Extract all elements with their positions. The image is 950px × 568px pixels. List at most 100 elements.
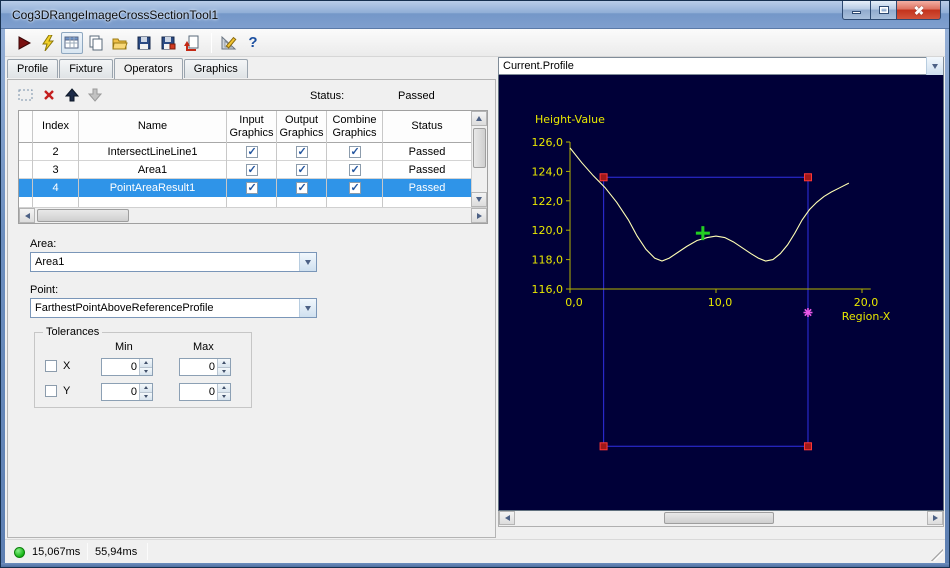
x-tolerance-checkbox[interactable] bbox=[45, 360, 57, 372]
chart-horizontal-scrollbar[interactable] bbox=[498, 511, 944, 527]
checkbox[interactable] bbox=[348, 181, 361, 194]
table-horizontal-scrollbar[interactable] bbox=[19, 207, 487, 223]
cell-index[interactable]: 2 bbox=[33, 143, 78, 161]
checkbox[interactable] bbox=[295, 145, 308, 158]
scroll-left-button[interactable] bbox=[499, 511, 515, 525]
checkbox[interactable] bbox=[295, 163, 308, 176]
scroll-thumb[interactable] bbox=[473, 128, 486, 168]
delete-operator-button[interactable] bbox=[39, 86, 59, 104]
display-selector[interactable]: Current.Profile bbox=[498, 57, 944, 75]
open-button[interactable] bbox=[109, 32, 131, 54]
combo-button[interactable] bbox=[299, 299, 316, 317]
close-button[interactable] bbox=[896, 1, 941, 20]
scroll-left-button[interactable] bbox=[19, 208, 35, 223]
spin-up-button[interactable] bbox=[140, 384, 152, 392]
x-min-input[interactable] bbox=[102, 359, 139, 375]
cell-index[interactable]: 4 bbox=[33, 179, 78, 197]
x-min-spinner[interactable] bbox=[101, 358, 153, 376]
spin-up-button[interactable] bbox=[218, 359, 230, 367]
minimize-button[interactable] bbox=[842, 1, 871, 20]
col-header-combine-graphics[interactable]: Combine Graphics bbox=[327, 111, 382, 143]
show-results-grid-button[interactable] bbox=[61, 31, 83, 54]
cell-output-graphics[interactable] bbox=[277, 143, 326, 161]
col-header-name[interactable]: Name bbox=[79, 111, 226, 143]
tab-operators[interactable]: Operators bbox=[113, 58, 183, 79]
y-max-input[interactable] bbox=[180, 384, 217, 400]
measure-tools-button[interactable] bbox=[218, 32, 240, 54]
table-vertical-scrollbar[interactable] bbox=[471, 111, 487, 207]
add-operator-button[interactable] bbox=[16, 86, 36, 104]
save-as-button[interactable] bbox=[157, 32, 179, 54]
combo-button[interactable] bbox=[926, 57, 943, 75]
resize-grip[interactable] bbox=[931, 549, 943, 561]
cell-name[interactable]: PointAreaResult1 bbox=[79, 179, 226, 197]
x-max-input[interactable] bbox=[180, 359, 217, 375]
profile-chart[interactable]: 126,0 124,0 122,0 120,0 118,0 116,0 0,0 10,0 20,… bbox=[498, 75, 944, 511]
area-select[interactable]: Area1 bbox=[30, 252, 317, 272]
tab-profile[interactable]: Profile bbox=[7, 59, 59, 78]
checkbox[interactable] bbox=[245, 145, 258, 158]
cell-status[interactable]: Passed bbox=[383, 143, 471, 161]
point-select[interactable]: FarthestPointAboveReferenceProfile bbox=[30, 298, 317, 318]
cell-status[interactable]: Passed bbox=[383, 161, 471, 179]
combo-button[interactable] bbox=[299, 253, 316, 271]
save-button[interactable] bbox=[133, 32, 155, 54]
help-button[interactable]: ? bbox=[242, 32, 264, 54]
cell-combine-graphics[interactable] bbox=[327, 143, 382, 161]
cell-combine-graphics[interactable] bbox=[327, 179, 382, 197]
cell-status[interactable]: Passed bbox=[383, 179, 471, 197]
col-header-output-graphics[interactable]: Output Graphics bbox=[277, 111, 326, 143]
checkbox[interactable] bbox=[245, 181, 258, 194]
checkbox[interactable] bbox=[348, 163, 361, 176]
scroll-thumb[interactable] bbox=[37, 209, 129, 222]
spin-down-button[interactable] bbox=[218, 366, 230, 375]
checkbox[interactable] bbox=[295, 181, 308, 194]
close-icon bbox=[913, 4, 925, 16]
scroll-right-button[interactable] bbox=[471, 208, 487, 223]
tab-fixture[interactable]: Fixture bbox=[59, 59, 113, 78]
y-min-input[interactable] bbox=[102, 384, 139, 400]
spin-down-button[interactable] bbox=[218, 391, 230, 400]
cell-name[interactable]: IntersectLineLine1 bbox=[79, 143, 226, 161]
row-selector[interactable] bbox=[19, 143, 32, 161]
scroll-up-button[interactable] bbox=[471, 111, 487, 126]
cell-output-graphics[interactable] bbox=[277, 161, 326, 179]
spin-up-button[interactable] bbox=[140, 359, 152, 367]
cell-input-graphics[interactable] bbox=[227, 143, 276, 161]
spin-up-button[interactable] bbox=[218, 384, 230, 392]
row-selector[interactable] bbox=[19, 161, 32, 179]
titlebar[interactable]: Cog3DRangeImageCrossSectionTool1 bbox=[1, 1, 949, 29]
col-header-input-graphics[interactable]: Input Graphics bbox=[227, 111, 276, 143]
checkbox[interactable] bbox=[245, 163, 258, 176]
spin-down-button[interactable] bbox=[140, 366, 152, 375]
cell-input-graphics[interactable] bbox=[227, 179, 276, 197]
run-button[interactable] bbox=[13, 32, 35, 54]
set-square-icon bbox=[221, 35, 236, 49]
move-down-button[interactable] bbox=[85, 86, 105, 104]
spin-down-button[interactable] bbox=[140, 391, 152, 400]
row-selector[interactable] bbox=[19, 179, 32, 197]
copy-button[interactable] bbox=[85, 32, 107, 54]
y-min-spinner[interactable] bbox=[101, 383, 153, 401]
scroll-thumb[interactable] bbox=[664, 512, 774, 524]
cell-name[interactable]: Area1 bbox=[79, 161, 226, 179]
run-continuous-button[interactable] bbox=[37, 32, 59, 54]
window-frame-left bbox=[1, 1, 5, 567]
cell-index[interactable]: 3 bbox=[33, 161, 78, 179]
scroll-right-button[interactable] bbox=[927, 511, 943, 525]
y-max-spinner[interactable] bbox=[179, 383, 231, 401]
cell-output-graphics[interactable] bbox=[277, 179, 326, 197]
scroll-left-icon bbox=[24, 212, 30, 219]
checkbox[interactable] bbox=[348, 145, 361, 158]
tab-graphics[interactable]: Graphics bbox=[183, 59, 248, 78]
scroll-down-button[interactable] bbox=[471, 192, 487, 207]
maximize-button[interactable] bbox=[870, 1, 897, 20]
cell-input-graphics[interactable] bbox=[227, 161, 276, 179]
x-max-spinner[interactable] bbox=[179, 358, 231, 376]
col-header-index[interactable]: Index bbox=[33, 111, 78, 143]
y-tolerance-checkbox[interactable] bbox=[45, 385, 57, 397]
import-button[interactable] bbox=[181, 32, 203, 54]
cell-combine-graphics[interactable] bbox=[327, 161, 382, 179]
col-header-status[interactable]: Status bbox=[383, 111, 471, 143]
move-up-button[interactable] bbox=[62, 86, 82, 104]
